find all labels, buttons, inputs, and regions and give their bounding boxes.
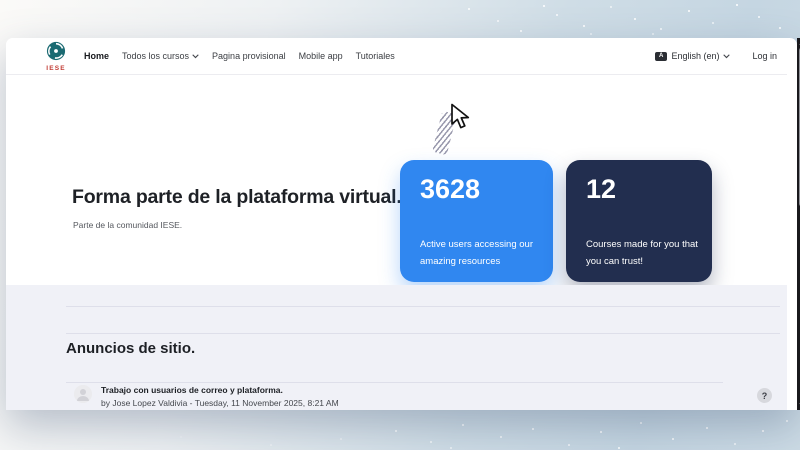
browser-page: IESE Home Todos los cursos Pagina provis… (6, 38, 800, 410)
announcements-title: Anuncios de sitio. (66, 340, 196, 357)
nav-item-pagina-provisional[interactable]: Pagina provisional (212, 51, 286, 61)
stat-card-active-users: 3628 Active users accessing our amazing … (400, 160, 553, 282)
nav-item-mobile-label: Mobile app (298, 51, 343, 61)
nav-item-tutoriales-label: Tutoriales (355, 51, 395, 61)
iese-logo-icon (46, 41, 66, 66)
announcement-byline: by Jose Lopez Valdivia - Tuesday, 11 Nov… (101, 398, 339, 408)
language-selector[interactable]: A English (en) (655, 51, 731, 61)
announcement-row: Trabajo con usuarios de correo y platafo… (74, 385, 339, 408)
divider (66, 306, 780, 307)
chevron-down-icon (723, 51, 731, 61)
language-icon: A (655, 51, 668, 61)
login-link[interactable]: Log in (752, 51, 777, 61)
nav-item-courses-label: Todos los cursos (122, 51, 190, 61)
background-dots (0, 0, 2, 2)
hero-subtitle: Parte de la comunidad IESE. (73, 220, 183, 230)
nav-item-home[interactable]: Home (84, 51, 109, 61)
navbar-right: A English (en) Log in (655, 51, 787, 61)
stat-card-courses: 12 Courses made for you that you can tru… (566, 160, 712, 282)
nav-item-mobile-app[interactable]: Mobile app (299, 51, 343, 61)
chevron-down-icon (192, 51, 199, 61)
nav-item-tutoriales[interactable]: Tutoriales (356, 51, 395, 61)
nav-menu: Home Todos los cursos Pagina provisional… (84, 51, 395, 61)
nav-item-home-label: Home (84, 51, 110, 61)
stat-value-courses: 12 (586, 174, 617, 204)
divider (66, 333, 780, 334)
hero-section: Forma parte de la plataforma virtual. Pa… (6, 76, 787, 285)
divider (66, 382, 723, 383)
iese-logo[interactable]: IESE (46, 41, 66, 72)
help-button[interactable]: ? (757, 388, 772, 403)
announcements-section: Anuncios de sitio. Trabajo con usuarios … (6, 285, 787, 410)
language-label: English (en) (671, 51, 720, 61)
nav-item-todos-los-cursos[interactable]: Todos los cursos (122, 51, 199, 61)
stat-caption-users: Active users accessing our amazing resou… (420, 239, 533, 268)
hero-title: Forma parte de la plataforma virtual. (72, 186, 402, 208)
mouse-cursor-icon (449, 103, 473, 136)
nav-item-pagina-label: Pagina provisional (212, 51, 286, 61)
top-navbar: IESE Home Todos los cursos Pagina provis… (6, 38, 787, 75)
announcement-title-link[interactable]: Trabajo con usuarios de correo y platafo… (101, 385, 339, 395)
stat-caption-courses: Courses made for you that you can trust! (586, 239, 698, 268)
announcement-text: Trabajo con usuarios de correo y platafo… (101, 385, 339, 408)
user-avatar (74, 385, 92, 403)
stat-value-users: 3628 (420, 174, 481, 204)
iese-logo-text: IESE (46, 64, 66, 72)
